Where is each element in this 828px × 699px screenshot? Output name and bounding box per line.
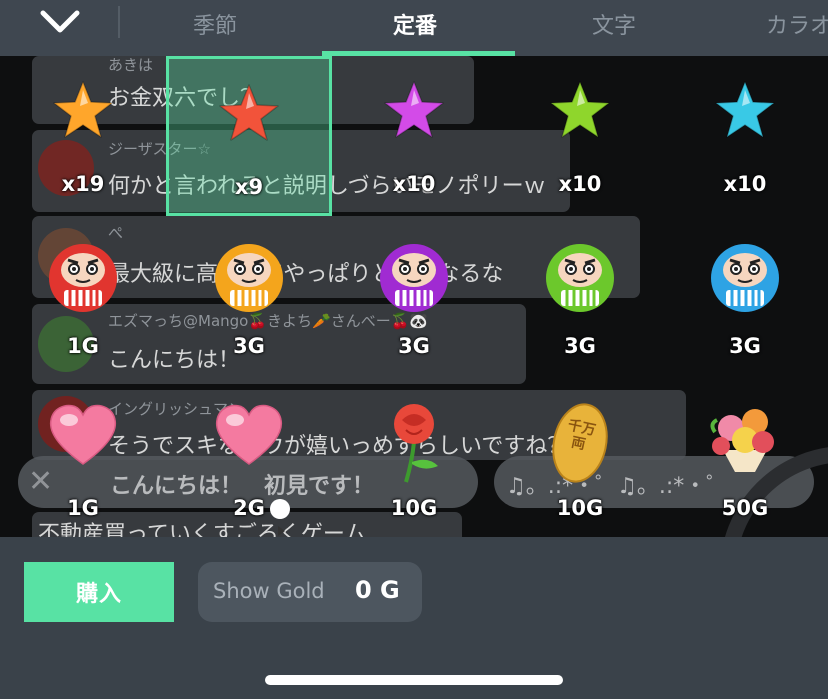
tab-seasonal[interactable]: 季節	[193, 8, 237, 40]
gift-price-label: x10	[558, 172, 602, 196]
tab-divider	[118, 6, 120, 38]
daruma-icon	[380, 244, 448, 312]
gift-price-label: x10	[392, 172, 436, 196]
heart-icon	[49, 404, 117, 465]
gift-item-bouquet[interactable]: 50G	[662, 380, 828, 540]
star-icon	[384, 81, 444, 138]
play-icon	[270, 499, 290, 536]
daruma-icon	[49, 244, 117, 312]
gift-price-label: 3G	[729, 334, 761, 358]
star-icon	[219, 84, 279, 141]
gift-item-heart[interactable]: 2G	[166, 380, 332, 540]
daruma-icon	[215, 244, 283, 312]
gift-price-label: 2G	[233, 496, 265, 520]
gift-item-star[interactable]: x10	[331, 56, 497, 216]
gold-balance: 0 G	[355, 576, 400, 604]
home-indicator	[265, 675, 563, 685]
tab-standard[interactable]: 定番	[393, 8, 437, 40]
rose-icon	[394, 404, 438, 483]
koban-text: 千万両	[566, 417, 598, 454]
daruma-icon	[546, 244, 614, 312]
buy-button[interactable]: 購入	[24, 562, 174, 622]
tab-text[interactable]: 文字	[592, 8, 636, 40]
gift-item-daruma[interactable]: 3G	[662, 218, 828, 378]
gift-price-label: 3G	[564, 334, 596, 358]
show-gold-label: Show Gold	[213, 579, 325, 603]
bouquet-icon	[710, 409, 774, 472]
gift-item-star[interactable]: x9	[166, 56, 332, 216]
gift-price-label: x9	[234, 175, 264, 199]
daruma-icon	[711, 244, 779, 312]
gift-price-label: 3G	[398, 334, 430, 358]
gift-item-daruma[interactable]: 1G	[0, 218, 166, 378]
gift-item-daruma[interactable]: 3G	[166, 218, 332, 378]
chevron-down-icon[interactable]	[38, 8, 82, 38]
gift-item-koban[interactable]: 千万両 10G	[497, 380, 663, 540]
gift-price-label: 50G	[721, 496, 769, 520]
star-icon	[53, 81, 113, 138]
show-gold-button[interactable]: Show Gold 0 G	[198, 562, 422, 622]
gift-item-rose[interactable]: 10G	[331, 380, 497, 540]
bottom-bar: 購入 Show Gold 0 G	[0, 537, 828, 699]
gift-item-heart[interactable]: 1G	[0, 380, 166, 540]
star-icon	[550, 81, 610, 138]
gift-price-label: x19	[61, 172, 105, 196]
star-icon	[715, 81, 775, 138]
gift-item-star[interactable]: x10	[662, 56, 828, 216]
gift-item-star[interactable]: x19	[0, 56, 166, 216]
gift-price-label: 10G	[556, 496, 604, 520]
gift-price-label: x10	[723, 172, 767, 196]
tab-karaoke[interactable]: カラオ	[766, 8, 828, 40]
gift-price-label: 3G	[233, 334, 265, 358]
gift-price-label: 1G	[67, 334, 99, 358]
heart-icon	[215, 404, 283, 465]
gift-price-label: 1G	[67, 496, 99, 520]
gift-item-star[interactable]: x10	[497, 56, 663, 216]
tab-bar: 季節 定番 文字 カラオ	[0, 0, 828, 56]
gift-price-label: 10G	[390, 496, 438, 520]
gift-item-daruma[interactable]: 3G	[331, 218, 497, 378]
gift-item-daruma[interactable]: 3G	[497, 218, 663, 378]
